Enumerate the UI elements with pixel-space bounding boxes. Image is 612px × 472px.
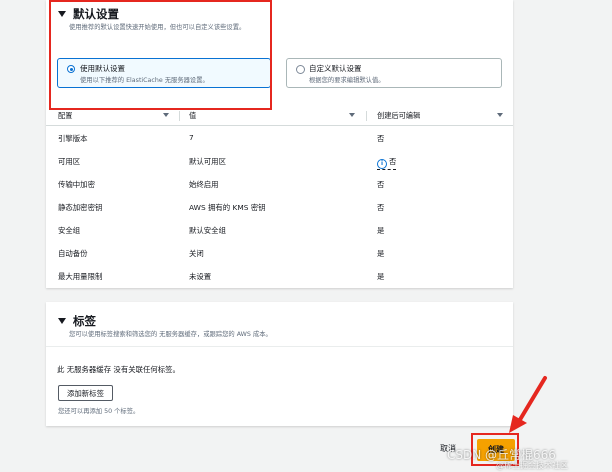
divider — [46, 346, 513, 347]
value-cell: 7 — [189, 133, 194, 142]
config-cell: 最大用量限制 — [58, 272, 103, 281]
config-cell: 可用区 — [58, 157, 81, 166]
radio-selected-icon[interactable] — [67, 65, 75, 73]
column-header-value[interactable]: 值 — [189, 111, 196, 121]
tags-panel: 标签 您可以使用标签搜索和筛选您的 无服务器缓存，或跟踪您的 AWS 成本。 此… — [46, 302, 513, 426]
default-settings-description: 使用推荐的默认设置快速开始使用，但也可以自定义该些设置。 — [69, 24, 246, 31]
value-cell: 未设置 — [189, 272, 212, 281]
editable-cell: 否 — [377, 180, 385, 189]
table-row: 引擎版本 7 否 — [46, 126, 513, 149]
tags-title: 标签 — [73, 314, 96, 328]
value-cell: 默认安全组 — [189, 226, 226, 235]
tags-header[interactable]: 标签 — [58, 313, 96, 329]
editable-cell: 是 — [377, 272, 385, 281]
option-description: 根据您的要求编辑默认值。 — [309, 77, 385, 84]
value-cell: 默认可用区 — [189, 157, 226, 166]
value-cell: 始终启用 — [189, 180, 219, 189]
tags-description: 您可以使用标签搜索和筛选您的 无服务器缓存，或跟踪您的 AWS 成本。 — [69, 331, 272, 338]
editable-cell: 是 — [377, 226, 385, 235]
editable-cell-with-info[interactable]: i否 — [377, 156, 397, 170]
value-cell: 关闭 — [189, 249, 204, 258]
option-customize-defaults[interactable]: 自定义默认设置 根据您的要求编辑默认值。 — [286, 58, 502, 88]
default-settings-header[interactable]: 默认设置 — [58, 6, 119, 22]
editable-cell: 是 — [377, 249, 385, 258]
editable-cell: 否 — [377, 134, 385, 143]
table-row: 静态加密密钥 AWS 拥有的 KMS 密钥 否 — [46, 195, 513, 218]
column-header-config[interactable]: 配置 — [58, 111, 72, 121]
caret-down-icon[interactable] — [58, 11, 66, 17]
option-label: 自定义默认设置 — [309, 64, 362, 73]
table-row: 自动备份 关闭 是 — [46, 241, 513, 264]
editable-cell: 否 — [377, 203, 385, 212]
config-cell: 自动备份 — [58, 249, 88, 258]
default-settings-title: 默认设置 — [73, 7, 119, 21]
config-cell: 安全组 — [58, 226, 81, 235]
column-header-editable[interactable]: 创建后可编辑 — [377, 111, 420, 121]
default-settings-panel: 默认设置 使用推荐的默认设置快速开始使用，但也可以自定义该些设置。 使用默认设置… — [46, 0, 513, 288]
table-row: 传输中加密 始终启用 否 — [46, 172, 513, 195]
column-divider — [366, 111, 367, 121]
watermark-juejin: @稀土掘金技术社区 — [496, 461, 568, 470]
value-cell: AWS 拥有的 KMS 密钥 — [189, 203, 266, 212]
caret-down-icon[interactable] — [58, 318, 66, 324]
tags-limit-hint: 您还可以再添加 50 个标签。 — [58, 408, 140, 415]
no-tags-text: 此 无服务器缓存 没有关联任何标签。 — [57, 365, 180, 374]
option-description: 使用以下推荐的 ElastiCache 无服务器设置。 — [80, 77, 209, 84]
sort-icon[interactable] — [497, 113, 503, 117]
sort-icon[interactable] — [349, 113, 355, 117]
table-row: 可用区 默认可用区 i否 — [46, 149, 513, 172]
editable-value: 否 — [389, 157, 397, 166]
table-row: 最大用量限制 未设置 是 — [46, 264, 513, 287]
config-table-header: 配置 值 创建后可编辑 — [46, 107, 513, 126]
sort-icon[interactable] — [163, 113, 169, 117]
table-row: 安全组 默认安全组 是 — [46, 218, 513, 241]
add-tag-button[interactable]: 添加新标签 — [58, 385, 113, 401]
column-divider — [179, 111, 180, 121]
config-cell: 静态加密密钥 — [58, 203, 103, 212]
annotation-arrow-icon — [509, 376, 547, 433]
config-cell: 传输中加密 — [58, 180, 95, 189]
option-label: 使用默认设置 — [80, 64, 125, 73]
info-icon[interactable]: i — [377, 159, 387, 169]
config-cell: 引擎版本 — [58, 134, 88, 143]
radio-unselected-icon[interactable] — [296, 65, 305, 74]
option-use-defaults[interactable]: 使用默认设置 使用以下推荐的 ElastiCache 无服务器设置。 — [57, 58, 271, 88]
